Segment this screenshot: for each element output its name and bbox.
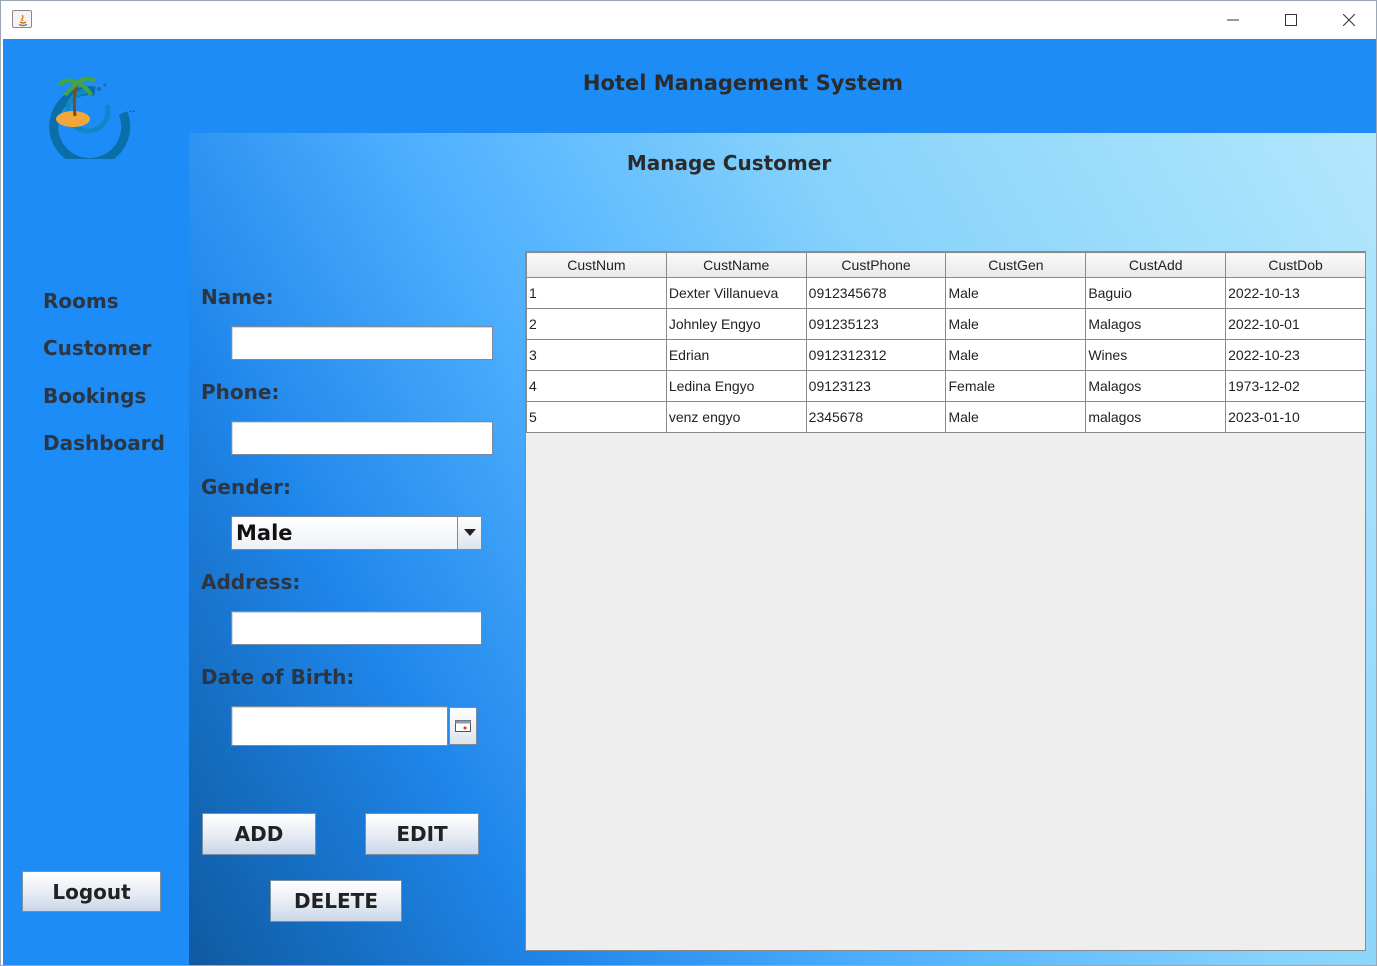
table-cell[interactable]: 2022-10-23: [1225, 339, 1366, 371]
close-icon: [1343, 14, 1355, 26]
maximize-button[interactable]: [1262, 1, 1320, 39]
table-cell[interactable]: Male: [945, 308, 1087, 340]
table-cell[interactable]: Ledina Engyo: [665, 370, 807, 402]
column-header-custphone[interactable]: CustPhone: [805, 252, 947, 278]
table-row[interactable]: 3 Edrian 0912312312 Male Wines 2022-10-2…: [526, 339, 1366, 371]
delete-button[interactable]: DELETE: [270, 880, 402, 922]
column-header-custdob[interactable]: CustDob: [1225, 252, 1366, 278]
table-cell[interactable]: Female: [945, 370, 1087, 402]
table-cell[interactable]: 091235123: [805, 308, 947, 340]
panel-title: Manage Customer: [626, 151, 832, 175]
table-cell[interactable]: 2022-10-13: [1225, 277, 1366, 309]
java-icon: [12, 10, 32, 28]
logo-suffix: ..: [129, 101, 136, 115]
table-cell[interactable]: Malagos: [1085, 370, 1227, 402]
application-window: .. Hotel Management System Rooms Custome…: [0, 0, 1377, 966]
nav-dashboard[interactable]: Dashboard: [43, 431, 165, 455]
gender-select[interactable]: Male: [231, 516, 482, 550]
chevron-down-icon[interactable]: [457, 517, 481, 549]
table-cell[interactable]: 2022-10-01: [1225, 308, 1366, 340]
address-field[interactable]: [231, 611, 482, 645]
table-cell[interactable]: Male: [945, 277, 1087, 309]
table-row[interactable]: 2 Johnley Engyo 091235123 Male Malagos 2…: [526, 308, 1366, 340]
minimize-icon: [1227, 19, 1239, 21]
column-header-custadd[interactable]: CustAdd: [1085, 252, 1227, 278]
title-bar: [1, 1, 1376, 39]
customer-table-container: CustNum CustName CustPhone CustGen CustA…: [525, 251, 1366, 951]
table-cell[interactable]: 4: [526, 370, 667, 402]
app-title: Hotel Management System: [582, 71, 904, 95]
table-cell[interactable]: Baguio: [1085, 277, 1227, 309]
table-cell[interactable]: 1973-12-02: [1225, 370, 1366, 402]
dob-label: Date of Birth:: [201, 665, 355, 689]
table-cell[interactable]: Male: [945, 339, 1087, 371]
minimize-button[interactable]: [1204, 1, 1262, 39]
phone-field[interactable]: [231, 421, 493, 455]
table-cell[interactable]: Malagos: [1085, 308, 1227, 340]
nav-bookings[interactable]: Bookings: [43, 384, 146, 408]
close-button[interactable]: [1320, 1, 1376, 39]
nav-customer[interactable]: Customer: [43, 336, 151, 360]
date-of-birth-field[interactable]: [231, 706, 448, 746]
table-cell[interactable]: malagos: [1085, 401, 1227, 433]
table-cell[interactable]: 0912345678: [805, 277, 947, 309]
address-label: Address:: [201, 570, 301, 594]
table-cell[interactable]: 09123123: [805, 370, 947, 402]
add-button[interactable]: ADD: [202, 813, 316, 855]
logout-button[interactable]: Logout: [22, 871, 161, 912]
table-row[interactable]: 5 venz engyo 2345678 Male malagos 2023-0…: [526, 401, 1366, 433]
calendar-icon: [455, 720, 471, 732]
table-cell[interactable]: 1: [526, 277, 667, 309]
gender-label: Gender:: [201, 475, 291, 499]
table-cell[interactable]: Johnley Engyo: [665, 308, 807, 340]
table-header-row: CustNum CustName CustPhone CustGen CustA…: [526, 252, 1366, 278]
table-cell[interactable]: Wines: [1085, 339, 1227, 371]
manage-customer-panel: Manage Customer Name: Phone: Gender: Mal…: [189, 133, 1376, 965]
gender-value: Male: [236, 521, 293, 545]
name-label: Name:: [201, 285, 274, 309]
table-row[interactable]: 4 Ledina Engyo 09123123 Female Malagos 1…: [526, 370, 1366, 402]
phone-label: Phone:: [201, 380, 280, 404]
table-cell[interactable]: 2023-01-10: [1225, 401, 1366, 433]
table-cell[interactable]: 2: [526, 308, 667, 340]
table-row[interactable]: 1 Dexter Villanueva 0912345678 Male Bagu…: [526, 277, 1366, 309]
column-header-custgen[interactable]: CustGen: [945, 252, 1087, 278]
column-header-custnum[interactable]: CustNum: [526, 252, 667, 278]
app-content: .. Hotel Management System Rooms Custome…: [3, 39, 1376, 965]
table-cell[interactable]: Edrian: [665, 339, 807, 371]
table-cell[interactable]: 3: [526, 339, 667, 371]
table-cell[interactable]: venz engyo: [665, 401, 807, 433]
table-cell[interactable]: 5: [526, 401, 667, 433]
calendar-button[interactable]: [449, 707, 477, 745]
table-cell[interactable]: 0912312312: [805, 339, 947, 371]
name-field[interactable]: [231, 326, 493, 360]
customer-table: CustNum CustName CustPhone CustGen CustA…: [526, 252, 1366, 433]
nav-rooms[interactable]: Rooms: [43, 289, 119, 313]
table-cell[interactable]: 2345678: [805, 401, 947, 433]
edit-button[interactable]: EDIT: [365, 813, 479, 855]
island-logo-icon: [37, 69, 137, 168]
table-cell[interactable]: Dexter Villanueva: [665, 277, 807, 309]
column-header-custname[interactable]: CustName: [665, 252, 807, 278]
table-cell[interactable]: Male: [945, 401, 1087, 433]
maximize-icon: [1285, 14, 1297, 26]
